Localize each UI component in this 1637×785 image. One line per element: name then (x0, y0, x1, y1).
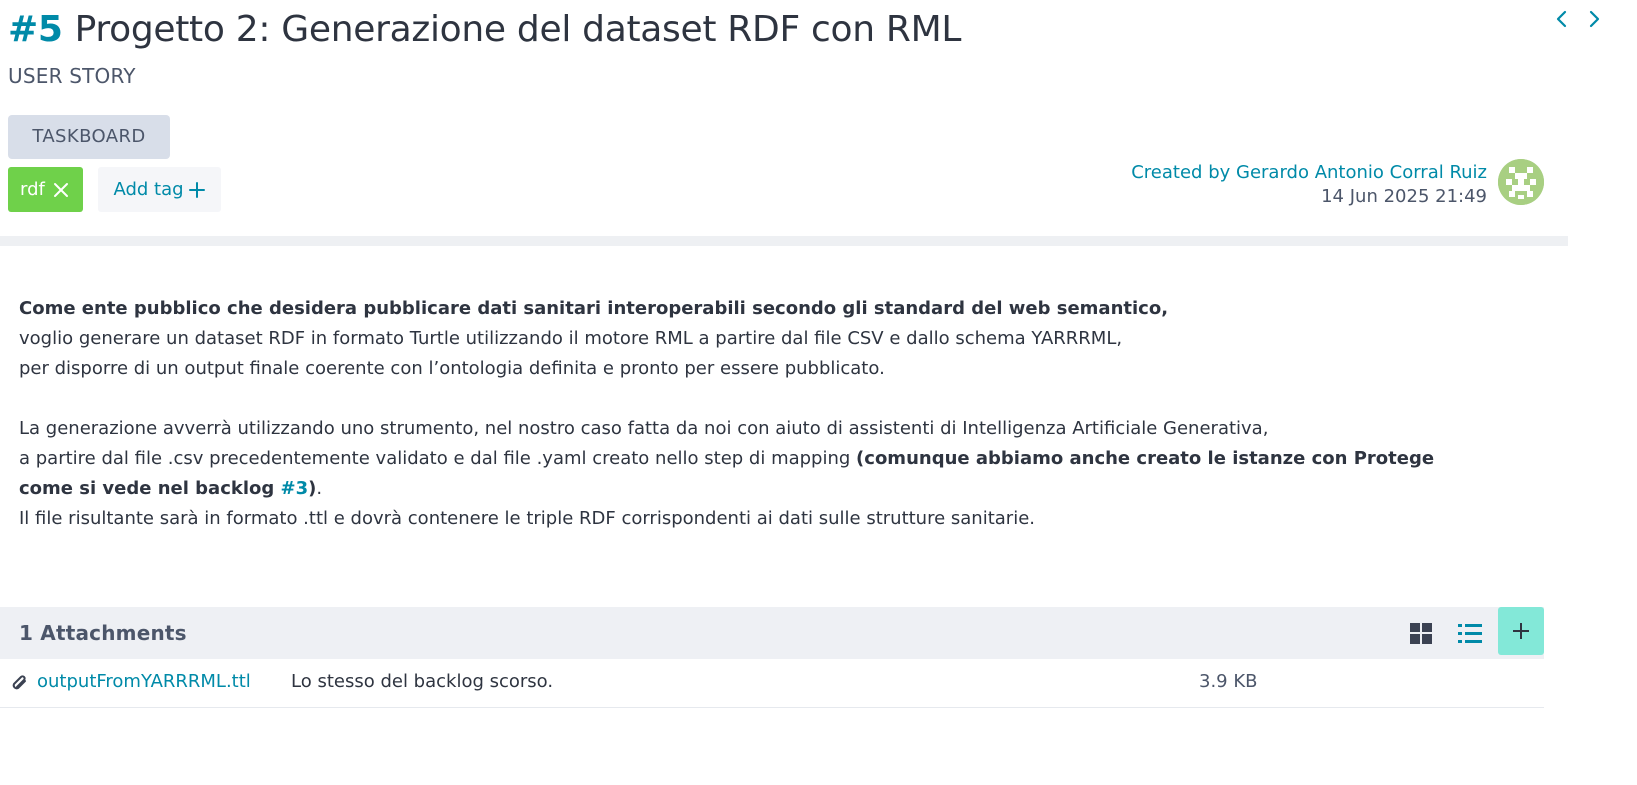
attachment-size: 3.9 KB (1199, 671, 1258, 692)
story-type-label: USER STORY (8, 64, 136, 88)
description-text: a partire dal file .csv precedentemente … (19, 448, 857, 469)
backlog-link[interactable]: #3 (281, 478, 309, 499)
tag-rdf: rdf (8, 167, 83, 212)
paperclip-icon (10, 673, 30, 695)
story-navigation (1551, 6, 1605, 34)
description-period: . (316, 478, 323, 499)
description-line: La generazione avverrà utilizzando uno s… (19, 418, 1269, 439)
description-line: voglio generare un dataset RDF in format… (19, 328, 1123, 349)
attachment-description: Lo stesso del backlog scorso. (291, 671, 554, 692)
section-divider (0, 236, 1568, 246)
chevron-left-icon[interactable] (1551, 6, 1573, 34)
created-date: 14 Jun 2025 21:49 (1321, 186, 1487, 207)
attachments-header: 1 Attachments (0, 607, 1544, 659)
plus-icon (188, 181, 205, 198)
story-title: Progetto 2: Generazione del dataset RDF … (74, 9, 962, 50)
description-paragraph: a partire dal file .csv precedentemente … (19, 444, 1459, 504)
tag-label: rdf (20, 179, 45, 200)
story-description: Come ente pubblico che desidera pubblica… (19, 294, 1459, 534)
attachment-name-link[interactable]: outputFromYARRRML.ttl (37, 671, 251, 692)
avatar[interactable] (1498, 159, 1544, 205)
description-line: Come ente pubblico che desidera pubblica… (19, 298, 1169, 319)
story-header: #5 Progetto 2: Generazione del dataset RD… (8, 8, 961, 88)
add-tag-label: Add tag (113, 179, 184, 200)
close-icon[interactable] (53, 182, 69, 198)
description-line: per disporre di un output finale coerent… (19, 358, 885, 379)
created-info: Created by Gerardo Antonio Corral Ruiz 1… (1131, 161, 1487, 209)
add-tag-button[interactable]: Add tag (98, 167, 221, 212)
plus-icon (1513, 623, 1529, 639)
taskboard-button[interactable]: TASKBOARD (8, 115, 170, 159)
page-title: #5 Progetto 2: Generazione del dataset RD… (8, 8, 961, 52)
chevron-right-icon[interactable] (1583, 6, 1605, 34)
story-ref: #5 (8, 9, 63, 50)
grid-view-icon[interactable] (1410, 623, 1432, 644)
attachments-title: 1 Attachments (19, 621, 187, 645)
attachment-row: outputFromYARRRML.ttl Lo stesso del back… (0, 659, 1544, 708)
created-by-link[interactable]: Created by Gerardo Antonio Corral Ruiz (1131, 161, 1487, 185)
list-view-icon[interactable] (1458, 623, 1482, 644)
add-attachment-button[interactable] (1498, 607, 1544, 655)
description-line: Il file risultante sarà in formato .ttl … (19, 508, 1035, 529)
